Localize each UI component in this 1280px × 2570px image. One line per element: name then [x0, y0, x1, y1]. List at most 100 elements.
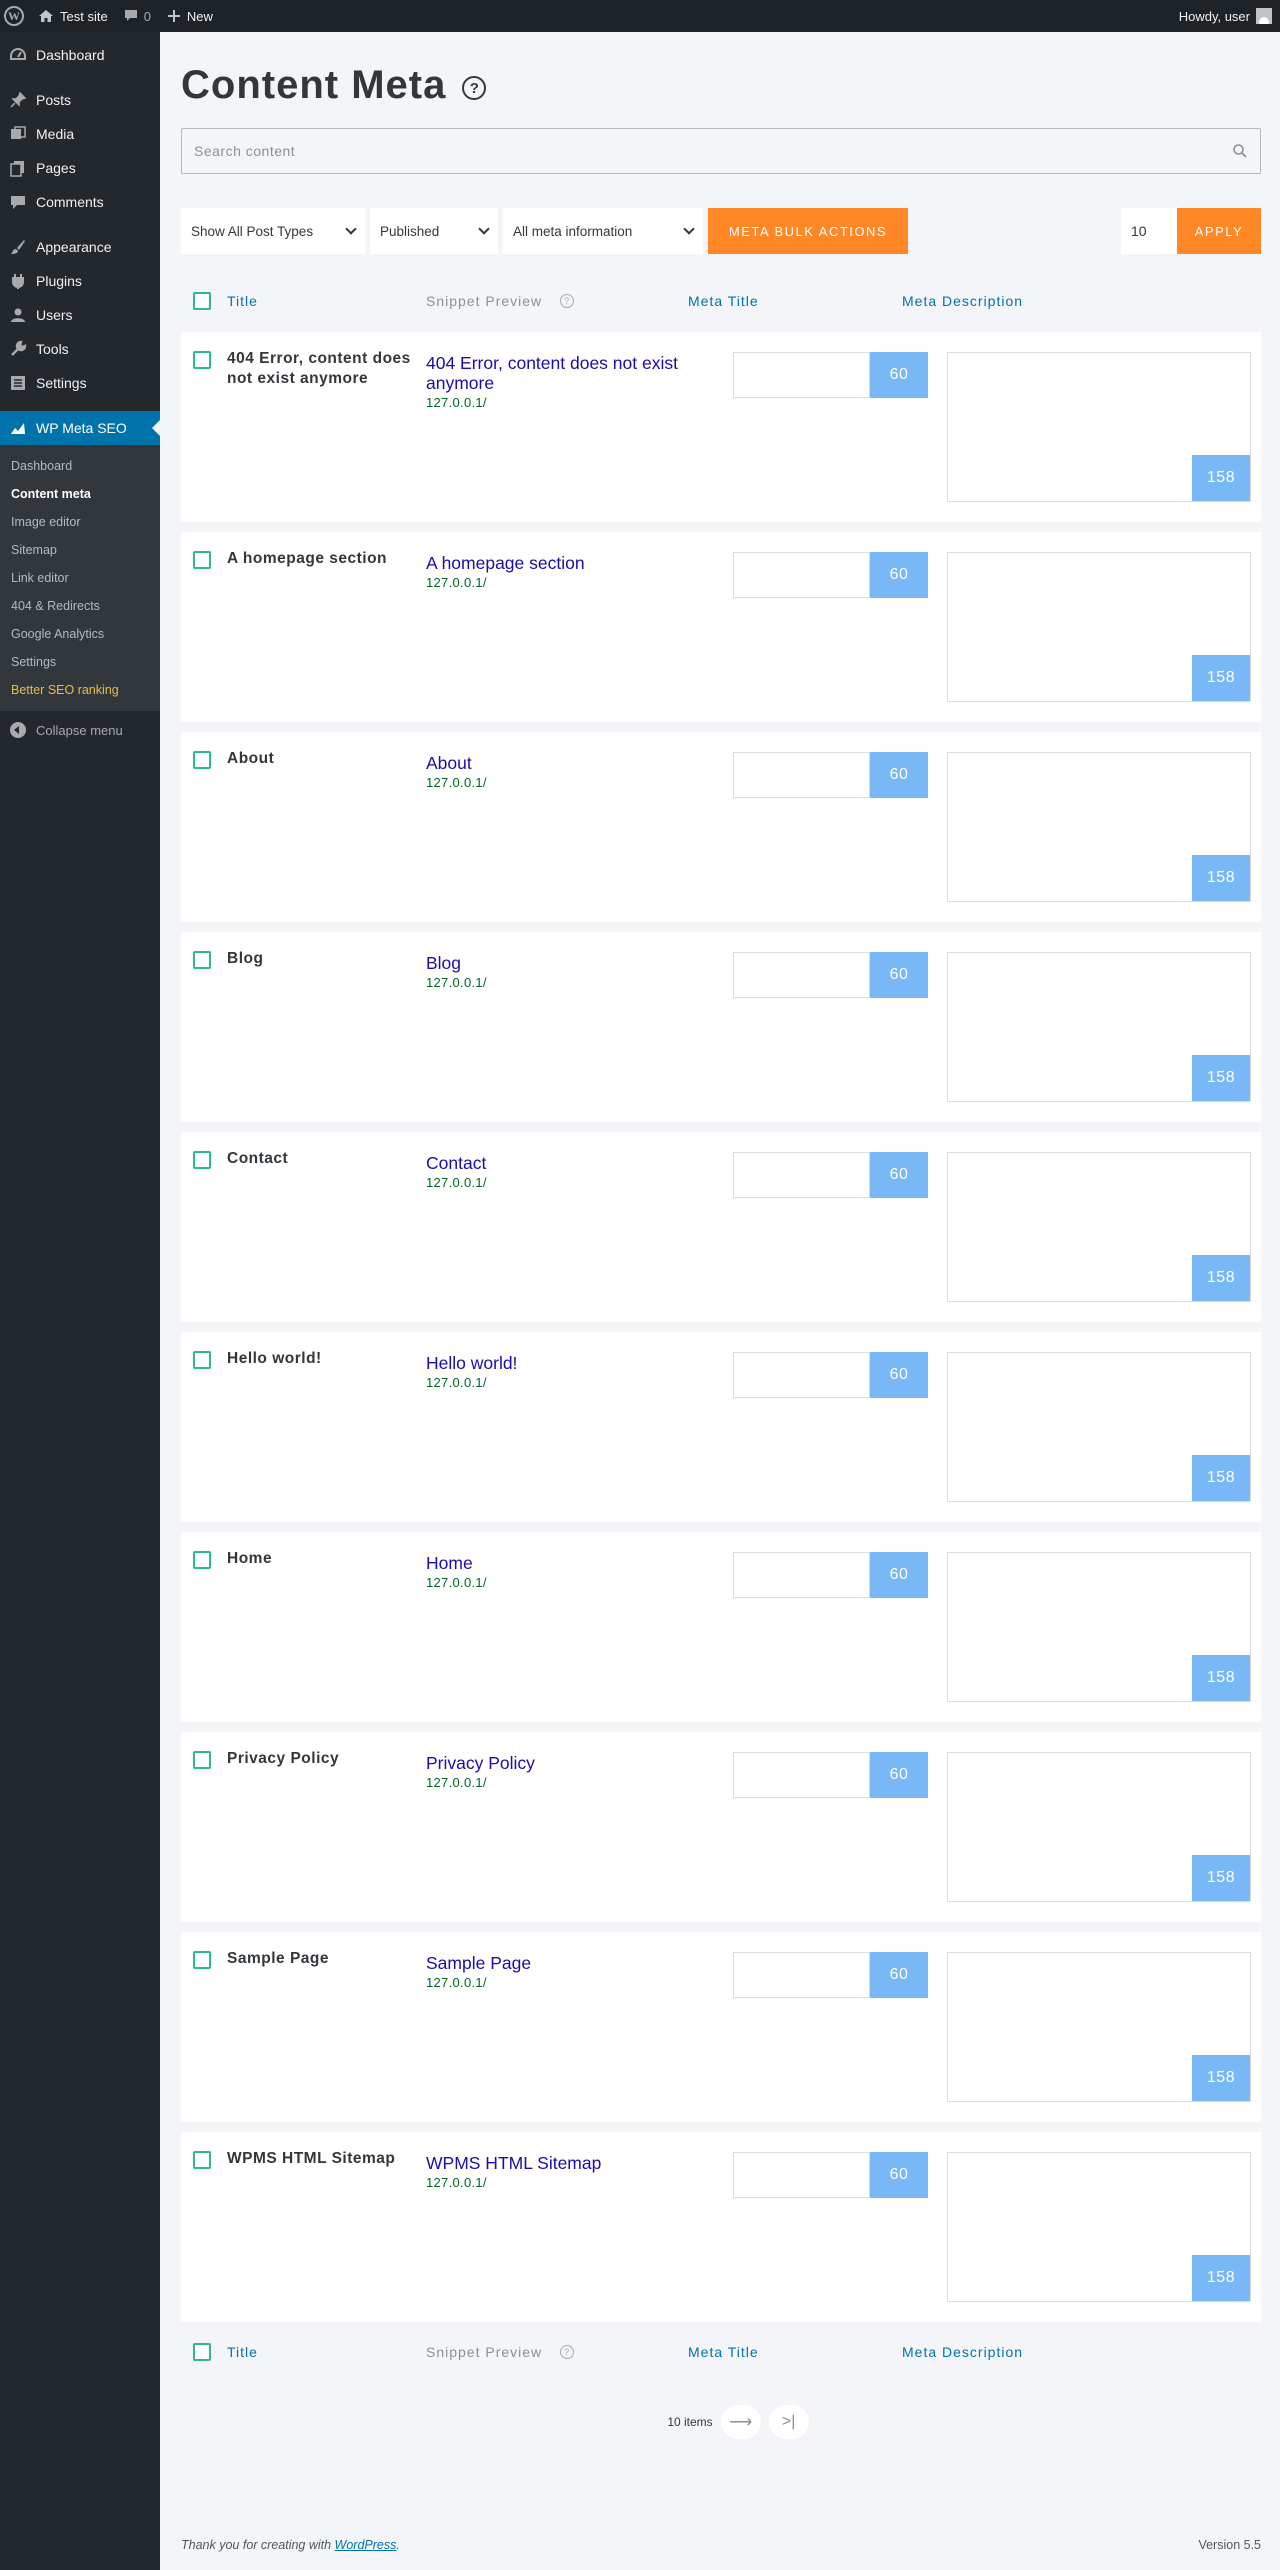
user-account-menu[interactable]: Howdy, user — [1171, 0, 1280, 32]
wordpress-logo-icon[interactable]: W — [4, 6, 24, 26]
post-type-select[interactable]: Show All Post Types — [181, 208, 365, 254]
meta-title-input[interactable] — [733, 952, 870, 998]
help-icon[interactable]: ? — [462, 76, 487, 100]
row-checkbox[interactable] — [193, 751, 211, 769]
row-title[interactable]: About — [227, 749, 274, 922]
column-meta-title-footer[interactable]: Meta Title — [688, 2344, 902, 2360]
meta-description-textarea[interactable]: 158 — [947, 1552, 1251, 1702]
new-content-link[interactable]: New — [159, 0, 221, 32]
meta-description-textarea[interactable]: 158 — [947, 552, 1251, 702]
row-title[interactable]: 404 Error, content does not exist anymor… — [227, 349, 426, 522]
submenu-settings[interactable]: Settings — [0, 648, 160, 676]
menu-media[interactable]: Media — [0, 117, 160, 151]
meta-description-textarea[interactable]: 158 — [947, 1352, 1251, 1502]
menu-settings[interactable]: Settings — [0, 366, 160, 400]
menu-posts[interactable]: Posts — [0, 83, 160, 117]
meta-title-input[interactable] — [733, 1152, 870, 1198]
menu-settings-label: Settings — [36, 375, 87, 391]
row-title[interactable]: Blog — [227, 949, 263, 1122]
snippet-preview: Hello world! 127.0.0.1/ — [426, 1332, 688, 1522]
comments-link[interactable]: 0 — [116, 0, 159, 32]
page-title: Content Meta — [181, 62, 447, 107]
meta-info-select[interactable]: All meta information — [503, 208, 703, 254]
submenu-image-editor[interactable]: Image editor — [0, 508, 160, 536]
menu-tools-label: Tools — [36, 341, 69, 357]
meta-bulk-actions-button[interactable]: META BULK ACTIONS — [708, 208, 908, 254]
row-checkbox[interactable] — [193, 551, 211, 569]
meta-title-input[interactable] — [733, 352, 870, 398]
menu-pages[interactable]: Pages — [0, 151, 160, 185]
menu-appearance[interactable]: Appearance — [0, 230, 160, 264]
search-icon[interactable] — [1232, 143, 1248, 159]
meta-title-field: 60 — [733, 752, 928, 798]
row-checkbox[interactable] — [193, 1151, 211, 1169]
meta-description-textarea[interactable]: 158 — [947, 1152, 1251, 1302]
column-title-footer[interactable]: Title — [227, 2344, 258, 2360]
question-icon[interactable]: ? — [560, 2345, 575, 2359]
column-meta-description-footer[interactable]: Meta Description — [902, 2344, 1261, 2360]
row-title[interactable]: Privacy Policy — [227, 1749, 339, 1922]
row-title[interactable]: A homepage section — [227, 549, 387, 722]
meta-title-counter: 60 — [870, 2152, 928, 2198]
collapse-menu-button[interactable]: Collapse menu — [0, 713, 160, 747]
apply-button[interactable]: APPLY — [1177, 208, 1261, 254]
meta-title-input[interactable] — [733, 1952, 870, 1998]
submenu-sitemap[interactable]: Sitemap — [0, 536, 160, 564]
site-name-link[interactable]: Test site — [30, 0, 116, 32]
meta-title-input[interactable] — [733, 1552, 870, 1598]
meta-description-textarea[interactable]: 158 — [947, 952, 1251, 1102]
wrench-icon — [8, 339, 28, 359]
submenu-better-seo-ranking[interactable]: Better SEO ranking — [0, 676, 160, 704]
meta-description-counter: 158 — [1192, 855, 1250, 901]
meta-description-textarea[interactable]: 158 — [947, 752, 1251, 902]
row-checkbox[interactable] — [193, 1351, 211, 1369]
last-page-button[interactable]: >| — [768, 2405, 809, 2439]
meta-title-input[interactable] — [733, 1752, 870, 1798]
search-input[interactable] — [194, 143, 1232, 159]
row-checkbox[interactable] — [193, 1951, 211, 1969]
submenu-google-analytics[interactable]: Google Analytics — [0, 620, 160, 648]
menu-wp-meta-seo[interactable]: WP Meta SEO — [0, 411, 160, 445]
submenu-content-meta[interactable]: Content meta — [0, 480, 160, 508]
submenu-dashboard[interactable]: Dashboard — [0, 452, 160, 480]
status-select[interactable]: Published — [370, 208, 498, 254]
meta-title-input[interactable] — [733, 552, 870, 598]
column-meta-description-header[interactable]: Meta Description — [902, 293, 1261, 309]
select-all-checkbox-footer[interactable] — [193, 2343, 211, 2361]
chevron-down-icon — [478, 223, 490, 235]
column-title-header[interactable]: Title — [227, 293, 258, 309]
row-checkbox[interactable] — [193, 1551, 211, 1569]
row-checkbox[interactable] — [193, 2151, 211, 2169]
row-title[interactable]: Home — [227, 1549, 272, 1722]
menu-plugins[interactable]: Plugins — [0, 264, 160, 298]
question-icon[interactable]: ? — [560, 294, 575, 308]
submenu-link-editor[interactable]: Link editor — [0, 564, 160, 592]
menu-dashboard[interactable]: Dashboard — [0, 38, 160, 72]
row-title[interactable]: Hello world! — [227, 1349, 322, 1522]
table-row: WPMS HTML Sitemap WPMS HTML Sitemap 127.0.… — [181, 2132, 1261, 2322]
meta-description-textarea[interactable]: 158 — [947, 1752, 1251, 1902]
row-title[interactable]: Contact — [227, 1149, 288, 1322]
row-title[interactable]: WPMS HTML Sitemap — [227, 2149, 395, 2322]
meta-description-textarea[interactable]: 158 — [947, 2152, 1251, 2302]
menu-tools[interactable]: Tools — [0, 332, 160, 366]
row-checkbox[interactable] — [193, 951, 211, 969]
meta-title-input[interactable] — [733, 1352, 870, 1398]
meta-title-input[interactable] — [733, 752, 870, 798]
meta-description-textarea[interactable]: 158 — [947, 352, 1251, 502]
row-checkbox[interactable] — [193, 351, 211, 369]
snippet-url: 127.0.0.1/ — [426, 575, 487, 590]
menu-users[interactable]: Users — [0, 298, 160, 332]
new-label: New — [186, 8, 213, 24]
submenu-404-redirects[interactable]: 404 & Redirects — [0, 592, 160, 620]
per-page-input[interactable]: 10 — [1121, 208, 1177, 254]
wordpress-link[interactable]: WordPress — [335, 2538, 397, 2552]
row-checkbox[interactable] — [193, 1751, 211, 1769]
next-page-button[interactable]: ⟶ — [720, 2405, 761, 2439]
select-all-checkbox[interactable] — [193, 292, 211, 310]
menu-comments[interactable]: Comments — [0, 185, 160, 219]
column-meta-title-header[interactable]: Meta Title — [688, 293, 902, 309]
meta-title-input[interactable] — [733, 2152, 870, 2198]
meta-description-textarea[interactable]: 158 — [947, 1952, 1251, 2102]
row-title[interactable]: Sample Page — [227, 1949, 329, 2122]
